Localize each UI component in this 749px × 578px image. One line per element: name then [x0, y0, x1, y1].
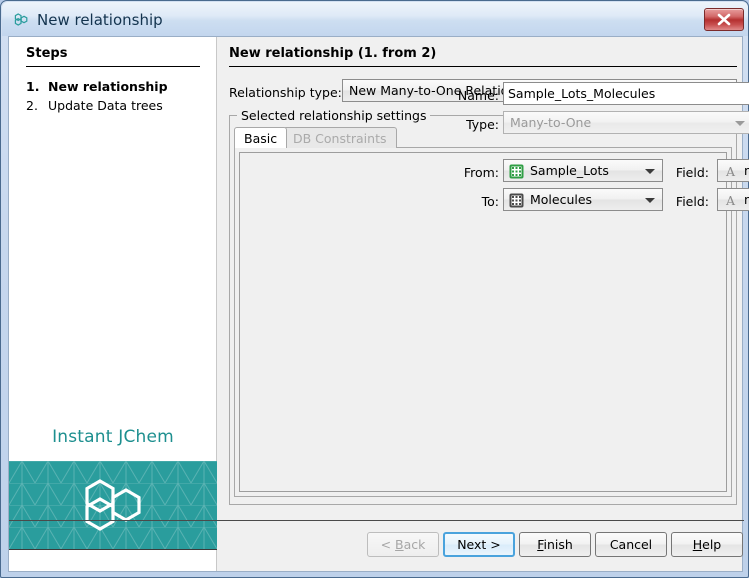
step-item-new-relationship: 1.New relationship	[26, 79, 168, 94]
grid-table-icon-gray	[509, 193, 524, 211]
tab-basic[interactable]: Basic	[234, 127, 287, 148]
next-button[interactable]: Next >	[443, 532, 515, 557]
chevron-down-icon	[645, 169, 655, 174]
name-label: Name:	[443, 88, 499, 103]
type-label: Type:	[443, 117, 499, 132]
page-title: New relationship (1. from 2)	[229, 46, 436, 61]
brand-panel	[9, 461, 217, 550]
to-field-value: mol_id	[744, 192, 749, 207]
from-field-label: Field:	[665, 165, 709, 180]
from-table-select[interactable]: Sample_Lots	[503, 159, 663, 182]
footer-divider	[9, 520, 744, 521]
from-label: From:	[443, 165, 499, 180]
type-select: Many-to-One	[503, 111, 749, 134]
from-field-value: mol_id	[744, 163, 749, 178]
chevron-down-icon	[735, 121, 745, 126]
name-input[interactable]	[503, 82, 749, 105]
help-button[interactable]: Help	[671, 532, 743, 557]
svg-text:A: A	[725, 193, 736, 208]
step-number: 1.	[26, 79, 48, 94]
title-bar[interactable]: New relationship	[2, 2, 748, 36]
back-button: < Back	[367, 532, 439, 557]
tab-db-constraints: DB Constraints	[283, 127, 397, 148]
step-label: Update Data trees	[48, 98, 163, 113]
dialog-window: New relationship Steps 1.New relationshi…	[0, 0, 749, 578]
text-field-a-icon: A	[723, 164, 738, 182]
step-number: 2.	[26, 98, 48, 113]
page-title-divider	[229, 66, 737, 67]
svg-text:A: A	[725, 164, 736, 179]
cancel-button[interactable]: Cancel	[595, 532, 667, 557]
hexagon-cluster-icon	[13, 11, 30, 28]
group-legend: Selected relationship settings	[237, 108, 430, 123]
step-label: New relationship	[48, 79, 168, 94]
steps-divider	[26, 66, 200, 67]
chevron-down-icon	[645, 198, 655, 203]
dialog-client-area: Steps 1.New relationship 2.Update Data t…	[8, 36, 743, 572]
to-label: To:	[443, 194, 499, 209]
step-item-update-data-trees: 2.Update Data trees	[26, 98, 163, 113]
wizard-content: New relationship (1. from 2) Relationshi…	[217, 37, 742, 571]
grid-table-icon-green	[509, 164, 524, 182]
text-field-a-icon: A	[723, 193, 738, 211]
brand-name: Instant JChem	[9, 427, 217, 447]
from-table-value: Sample_Lots	[530, 163, 609, 178]
type-value: Many-to-One	[510, 115, 591, 130]
to-table-value: Molecules	[530, 192, 592, 207]
steps-heading: Steps	[26, 46, 67, 61]
close-icon	[716, 12, 732, 27]
close-button[interactable]	[704, 8, 744, 31]
relationship-type-label: Relationship type:	[229, 85, 342, 100]
to-field-label: Field:	[665, 194, 709, 209]
to-table-select[interactable]: Molecules	[503, 188, 663, 211]
finish-button[interactable]: Finish	[519, 532, 591, 557]
from-field-select[interactable]: A mol_id	[717, 159, 749, 182]
window-title: New relationship	[37, 11, 163, 29]
to-field-select[interactable]: A mol_id	[717, 188, 749, 211]
steps-panel: Steps 1.New relationship 2.Update Data t…	[9, 37, 217, 571]
hexagon-cluster-logo	[81, 477, 145, 536]
